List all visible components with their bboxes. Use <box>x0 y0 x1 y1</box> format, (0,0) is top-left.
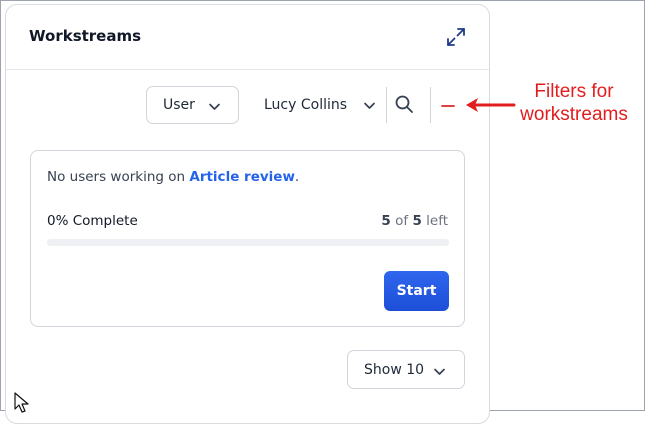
expand-icon <box>447 28 465 46</box>
expand-button[interactable] <box>446 27 466 47</box>
workstream-card: No users working on Article review. 0% C… <box>30 150 465 327</box>
chevron-down-icon <box>209 103 220 110</box>
annotation-arrow-icon <box>466 98 516 112</box>
assignee-filter-select[interactable]: Lucy Collins <box>264 86 376 124</box>
filter-divider <box>430 87 431 123</box>
start-button[interactable]: Start <box>384 271 449 311</box>
progress-remaining: 5 of 5 left <box>381 213 448 229</box>
filter-divider <box>386 87 387 123</box>
search-icon <box>395 95 413 113</box>
assignee-filter-value: Lucy Collins <box>264 97 348 113</box>
widget-title: Workstreams <box>29 27 142 45</box>
workstream-link[interactable]: Article review <box>189 169 295 185</box>
mouse-cursor-icon <box>14 392 29 413</box>
message-prefix: No users working on <box>47 169 190 185</box>
annotation-line-1: Filters for <box>534 81 614 102</box>
search-button[interactable] <box>394 94 414 114</box>
card-message: No users working on Article review. <box>47 169 299 185</box>
type-filter-select[interactable]: User <box>146 86 239 124</box>
progress-label: 0% Complete <box>47 213 138 229</box>
page-size-select[interactable]: Show 10 <box>347 350 465 389</box>
chevron-down-icon <box>434 368 445 375</box>
remaining-done: 5 <box>381 213 391 229</box>
workstreams-widget: Workstreams User Lucy Collins No users w… <box>5 4 490 424</box>
widget-header: Workstreams <box>6 5 489 70</box>
minus-icon <box>441 105 455 107</box>
annotation-line-2: workstreams <box>520 104 628 125</box>
progress-bar <box>47 239 449 246</box>
chevron-down-icon <box>364 102 375 109</box>
remaining-suffix: left <box>421 213 448 229</box>
annotation-label: Filters for workstreams <box>510 80 638 126</box>
remaining-of: of <box>390 213 413 229</box>
remaining-total: 5 <box>412 213 422 229</box>
type-filter-value: User <box>163 97 195 113</box>
page-size-value: Show 10 <box>364 361 425 378</box>
collapse-filters-button[interactable] <box>441 98 455 112</box>
message-suffix: . <box>294 169 300 185</box>
